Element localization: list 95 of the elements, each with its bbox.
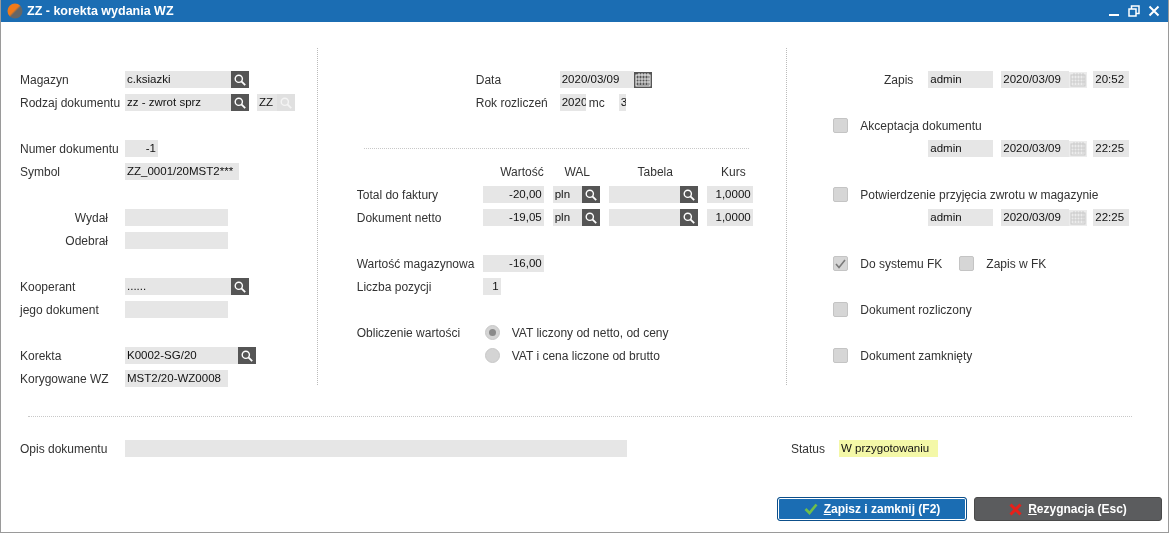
input-field[interactable]: -16,00	[482, 255, 544, 272]
field-label: Wydał	[73, 209, 108, 227]
field-label: Rok rozliczeń	[475, 94, 549, 112]
field-label: Obliczenie wartości	[356, 324, 462, 342]
check-icon	[803, 503, 818, 515]
lookup-button[interactable]	[231, 94, 249, 111]
field-label: mc	[588, 94, 606, 112]
radio-button[interactable]	[484, 348, 500, 363]
input-field[interactable]: zz - zwrot sprz	[125, 94, 231, 111]
input-field[interactable]	[125, 232, 228, 249]
minimize-icon	[1109, 14, 1119, 16]
field-label: Data	[475, 71, 503, 89]
input-field[interactable]: 1,0000	[706, 186, 753, 203]
checkbox-label: Zapis w FK	[986, 255, 1047, 273]
field-label: Wartość magazynowa	[356, 255, 476, 273]
checkbox[interactable]	[833, 187, 849, 202]
lookup-button[interactable]	[231, 71, 249, 88]
input-field[interactable]: 2020/03/09	[1001, 71, 1070, 88]
column-header: Wartość	[499, 163, 544, 181]
checkbox-label: Dokument rozliczony	[860, 301, 972, 319]
search-icon	[241, 349, 253, 362]
input-field[interactable]: MST2/20-WZ0008	[125, 370, 228, 387]
column-header: Tabela	[636, 163, 674, 181]
input-field[interactable]: 1	[482, 278, 501, 295]
input-field[interactable]: 22:25	[1093, 209, 1130, 226]
radio-button[interactable]	[484, 325, 500, 340]
cancel-button[interactable]: Rezygnacja (Esc)	[974, 497, 1162, 521]
search-icon	[584, 211, 597, 224]
field-label: Kooperant	[20, 278, 77, 296]
search-icon	[584, 188, 597, 201]
checkbox[interactable]	[833, 302, 849, 317]
checkbox-label: Potwierdzenie przyjęcia zwrotu w magazynie	[860, 186, 1099, 204]
input-field[interactable]: pln	[552, 186, 582, 203]
input-field[interactable]: 2020/03/09	[1001, 140, 1070, 157]
input-field[interactable]: pln	[552, 209, 582, 226]
lookup-button[interactable]	[231, 278, 249, 295]
input-field[interactable]: ......	[125, 278, 231, 295]
field-label: Magazyn	[20, 71, 70, 89]
field-label: Liczba pozycji	[356, 278, 433, 296]
input-field[interactable]: admin	[928, 140, 994, 157]
input-field[interactable]: -1	[125, 140, 158, 157]
input-field[interactable]: admin	[928, 209, 994, 226]
checkbox-label: Akceptacja dokumentu	[860, 117, 982, 135]
close-icon	[1148, 5, 1160, 17]
close-icon	[1009, 502, 1023, 516]
search-icon	[682, 211, 695, 224]
column-header: WAL	[563, 163, 591, 181]
field-label: Total do faktury	[356, 186, 440, 204]
window-title: ZZ - korekta wydania WZ	[27, 2, 174, 20]
field-label: jego dokument	[20, 301, 100, 319]
column-header: Kurs	[720, 163, 747, 181]
field-label: Symbol	[20, 163, 61, 181]
field-label: Korygowane WZ	[20, 370, 110, 388]
input-field[interactable]	[608, 186, 680, 203]
input-field[interactable]: 22:25	[1093, 140, 1130, 157]
field-label: Odebrał	[64, 232, 108, 250]
input-field[interactable]	[125, 209, 228, 226]
field-label: Opis dokumentu	[20, 440, 109, 458]
input-field[interactable]: 2020/03/09	[559, 71, 634, 88]
input-field[interactable]: ZZ_0001/20MST2***	[125, 163, 239, 180]
input-field[interactable]	[608, 209, 680, 226]
input-field[interactable]: -19,05	[482, 209, 544, 226]
status-field[interactable]: W przygotowaniu	[839, 440, 938, 457]
input-field[interactable]: 2020/03/09	[1001, 209, 1070, 226]
search-icon	[234, 280, 246, 293]
search-icon	[234, 73, 246, 86]
field-label: Zapis	[882, 71, 914, 89]
checkbox[interactable]	[833, 348, 849, 363]
field-label: Dokument netto	[356, 209, 443, 227]
search-icon	[682, 188, 695, 201]
field-label: Status	[791, 440, 827, 458]
description-field[interactable]	[125, 440, 627, 457]
field-label: Numer dokumentu	[20, 140, 120, 158]
checkbox-label: Dokument zamknięty	[860, 347, 973, 365]
input-field[interactable]	[125, 301, 228, 318]
input-field[interactable]: 1,0000	[706, 209, 753, 226]
checkbox[interactable]	[833, 118, 849, 133]
input-field[interactable]: -20,00	[482, 186, 544, 203]
checkbox[interactable]	[833, 256, 849, 271]
input-field[interactable]: 20:52	[1093, 71, 1130, 88]
field-label: Korekta	[20, 347, 63, 365]
radio-label: VAT liczony od netto, od ceny	[511, 324, 669, 342]
save-button[interactable]: Zapisz i zamknij (F2)	[777, 497, 967, 521]
app-logo-icon	[7, 3, 23, 19]
input-field[interactable]: c.ksiazki	[125, 71, 231, 88]
restore-icon	[1128, 5, 1140, 17]
lookup-button[interactable]	[238, 347, 256, 364]
input-field[interactable]: admin	[928, 71, 994, 88]
field-label: Rodzaj dokumentu	[20, 94, 122, 112]
checkbox[interactable]	[959, 256, 975, 271]
radio-label: VAT i cena liczone od brutto	[511, 347, 660, 365]
input-field[interactable]: ZZ	[257, 94, 277, 111]
input-field[interactable]: K0002-SG/20	[125, 347, 238, 364]
search-icon	[234, 96, 246, 109]
checkbox-label: Do systemu FK	[860, 255, 944, 273]
